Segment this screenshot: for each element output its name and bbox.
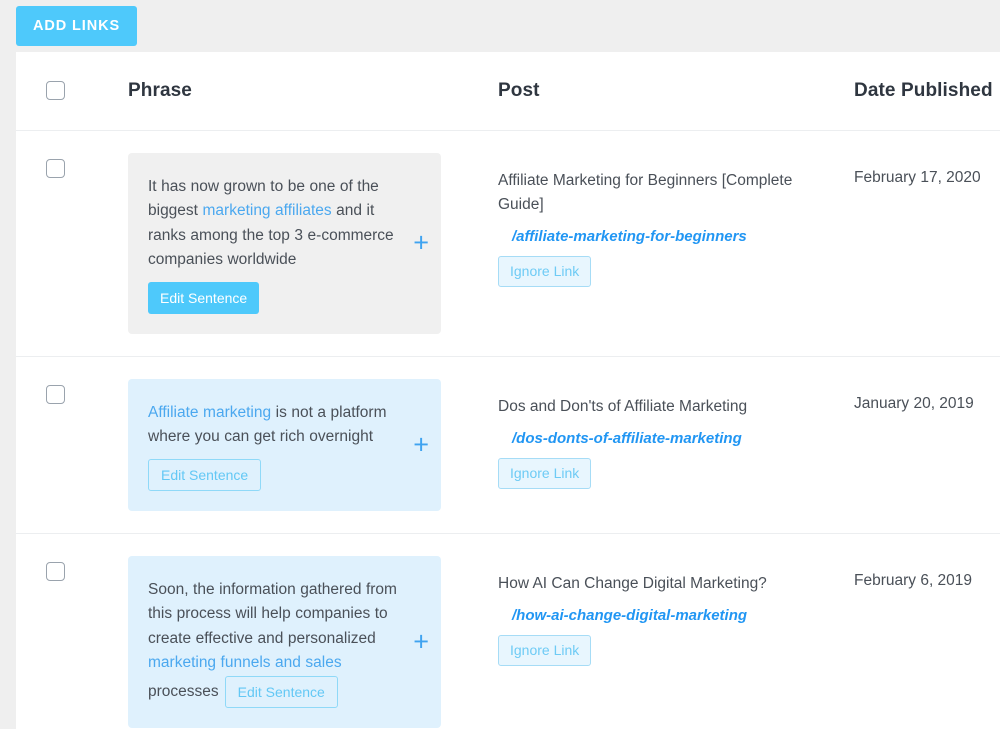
ignore-link-button[interactable]: Ignore Link [498, 457, 592, 489]
add-links-button[interactable]: ADD LINKS [16, 6, 138, 46]
post-cell: Affiliate Marketing for Beginners [Compl… [498, 130, 854, 357]
column-header-post: Post [498, 52, 854, 131]
post-title: Affiliate Marketing for Beginners [Compl… [498, 171, 793, 213]
post-slug-link[interactable]: /how-ai-change-digital-marketing [512, 607, 824, 624]
date-published-cell: January 20, 2019 [854, 356, 1000, 534]
table-header-row: Phrase Post Date Published [16, 52, 1000, 131]
post-title: How AI Can Change Digital Marketing? [498, 574, 767, 592]
phrase-text: Affiliate marketing is not a platform wh… [148, 401, 398, 491]
top-toolbar: ADD LINKS [0, 0, 1000, 52]
row-select-cell [16, 356, 128, 534]
post-actions: Ignore Link [498, 624, 824, 666]
table-row: Affiliate marketing is not a platform wh… [16, 356, 1000, 534]
date-published-cell: February 17, 2020 [854, 130, 1000, 357]
row-select-cell [16, 130, 128, 357]
post-title: Dos and Don'ts of Affiliate Marketing [498, 397, 748, 415]
phrase-highlight-link[interactable]: marketing funnels and sales [148, 654, 342, 671]
phrase-text-before: Soon, the information gathered from this… [148, 580, 397, 647]
ignore-link-button[interactable]: Ignore Link [498, 634, 592, 666]
table-body: It has now grown to be one of the bigges… [16, 130, 1000, 729]
table-header: Phrase Post Date Published [16, 52, 1000, 131]
plus-icon[interactable]: + [413, 628, 429, 655]
phrase-box: It has now grown to be one of the bigges… [128, 152, 441, 334]
links-table-card: Phrase Post Date Published It has now gr… [16, 52, 1000, 729]
table-row: Soon, the information gathered from this… [16, 533, 1000, 729]
post-slug-link[interactable]: /dos-donts-of-affiliate-marketing [512, 430, 824, 447]
phrase-highlight-link[interactable]: Affiliate marketing [148, 404, 271, 421]
post-cell: Dos and Don'ts of Affiliate Marketing /d… [498, 356, 854, 534]
phrase-cell: It has now grown to be one of the bigges… [128, 130, 498, 357]
select-all-checkbox[interactable] [46, 81, 65, 101]
select-all-header [16, 52, 128, 131]
phrase-box: Soon, the information gathered from this… [128, 555, 441, 728]
post-slug-link[interactable]: /affiliate-marketing-for-beginners [512, 228, 824, 245]
post-actions: Ignore Link [498, 245, 824, 287]
row-checkbox[interactable] [46, 158, 65, 178]
edit-sentence-button[interactable]: Edit Sentence [148, 281, 260, 314]
post-actions: Ignore Link [498, 447, 824, 489]
phrase-highlight-link[interactable]: marketing affiliates [203, 202, 332, 219]
post-cell: How AI Can Change Digital Marketing? /ho… [498, 533, 854, 729]
ignore-link-button[interactable]: Ignore Link [498, 255, 592, 287]
phrase-cell: Soon, the information gathered from this… [128, 533, 498, 729]
column-header-date-published: Date Published [854, 52, 1000, 131]
phrase-text: Soon, the information gathered from this… [148, 578, 398, 708]
phrase-box: Affiliate marketing is not a platform wh… [128, 378, 441, 511]
column-header-phrase: Phrase [128, 52, 498, 131]
links-table: Phrase Post Date Published It has now gr… [16, 52, 1000, 729]
row-checkbox[interactable] [46, 561, 65, 581]
edit-sentence-button[interactable]: Edit Sentence [148, 458, 262, 491]
edit-sentence-button[interactable]: Edit Sentence [224, 675, 338, 708]
row-checkbox[interactable] [46, 384, 65, 404]
phrase-text: It has now grown to be one of the bigges… [148, 175, 398, 314]
plus-icon[interactable]: + [413, 229, 429, 257]
phrase-text-trailing: processes [148, 682, 219, 700]
table-row: It has now grown to be one of the bigges… [16, 130, 1000, 357]
date-published-cell: February 6, 2019 [854, 533, 1000, 729]
plus-icon[interactable]: + [413, 431, 429, 458]
row-select-cell [16, 533, 128, 729]
phrase-cell: Affiliate marketing is not a platform wh… [128, 356, 498, 534]
